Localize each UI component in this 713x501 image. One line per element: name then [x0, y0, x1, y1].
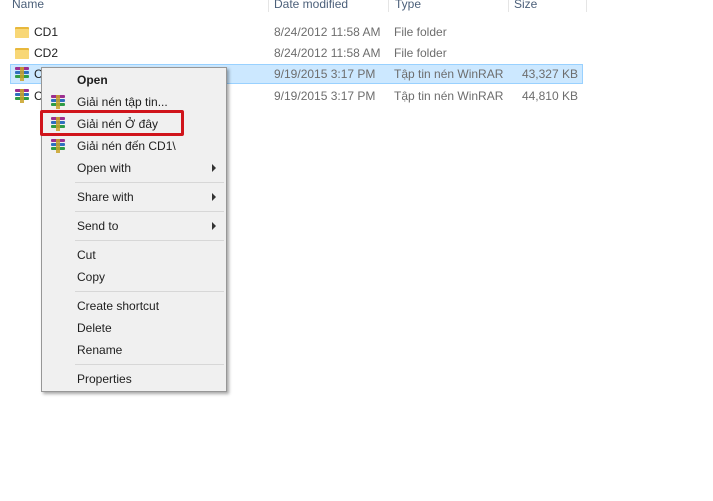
file-type: Tập tin nén WinRAR [394, 67, 504, 81]
menu-item-open[interactable]: Open [44, 69, 224, 91]
submenu-arrow-icon [212, 222, 216, 230]
file-date: 8/24/2012 11:58 AM [274, 25, 381, 39]
menu-separator [75, 291, 224, 292]
column-divider[interactable] [508, 0, 509, 12]
file-size: 43,327 KB [521, 67, 578, 81]
menu-separator [75, 182, 224, 183]
winrar-icon [50, 94, 66, 110]
menu-separator [75, 240, 224, 241]
file-date: 8/24/2012 11:58 AM [274, 46, 381, 60]
column-divider[interactable] [388, 0, 389, 12]
menu-item-open-with[interactable]: Open with [44, 157, 224, 179]
menu-item-label: Rename [77, 343, 123, 357]
file-date: 9/19/2015 3:17 PM [274, 89, 376, 103]
column-header-date-modified[interactable]: Date modified [274, 0, 348, 11]
column-header-type[interactable]: Type [395, 0, 421, 11]
menu-item-label: Giải nén đến CD1\ [77, 139, 176, 153]
menu-separator [75, 211, 224, 212]
submenu-arrow-icon [212, 193, 216, 201]
submenu-arrow-icon [212, 164, 216, 172]
file-type: File folder [394, 25, 447, 39]
menu-item-extract-to[interactable]: Giải nén đến CD1\ [44, 135, 224, 157]
menu-item-label: Open [77, 73, 108, 87]
menu-item-label: Copy [77, 270, 106, 284]
file-row-cd2[interactable]: CD2 8/24/2012 11:58 AM File folder [10, 43, 583, 63]
annotation-highlight-box [40, 110, 184, 136]
menu-item-delete[interactable]: Delete [44, 317, 224, 339]
menu-separator [75, 364, 224, 365]
winrar-icon [50, 138, 66, 154]
menu-item-rename[interactable]: Rename [44, 339, 224, 361]
winrar-archive-icon [14, 88, 30, 104]
file-name: CD1 [34, 25, 59, 39]
menu-item-send-to[interactable]: Send to [44, 215, 224, 237]
menu-item-share-with[interactable]: Share with [44, 186, 224, 208]
menu-item-label: Share with [77, 190, 134, 204]
file-type: Tập tin nén WinRAR [394, 89, 504, 103]
menu-item-label: Send to [77, 219, 119, 233]
menu-item-cut[interactable]: Cut [44, 244, 224, 266]
menu-item-properties[interactable]: Properties [44, 368, 224, 390]
menu-item-label: Giải nén tập tin... [77, 95, 168, 109]
menu-item-label: Cut [77, 248, 96, 262]
file-size: 44,810 KB [521, 89, 578, 103]
menu-item-create-shortcut[interactable]: Create shortcut [44, 295, 224, 317]
column-divider[interactable] [268, 0, 269, 12]
menu-item-label: Delete [77, 321, 112, 335]
menu-item-copy[interactable]: Copy [44, 266, 224, 288]
column-divider[interactable] [586, 0, 587, 12]
file-row-cd1[interactable]: CD1 8/24/2012 11:58 AM File folder [10, 22, 583, 42]
column-header-size[interactable]: Size [514, 0, 537, 11]
folder-icon [14, 45, 30, 61]
file-date: 9/19/2015 3:17 PM [274, 67, 376, 81]
file-name: CD2 [34, 46, 59, 60]
folder-icon [14, 24, 30, 40]
menu-item-label: Properties [77, 372, 132, 386]
menu-item-label: Open with [77, 161, 132, 175]
column-header-name[interactable]: Name [12, 0, 44, 11]
file-type: File folder [394, 46, 447, 60]
column-header-bar: Name Date modified Type Size [0, 0, 713, 12]
menu-item-label: Create shortcut [77, 299, 160, 313]
winrar-archive-icon [14, 66, 30, 82]
